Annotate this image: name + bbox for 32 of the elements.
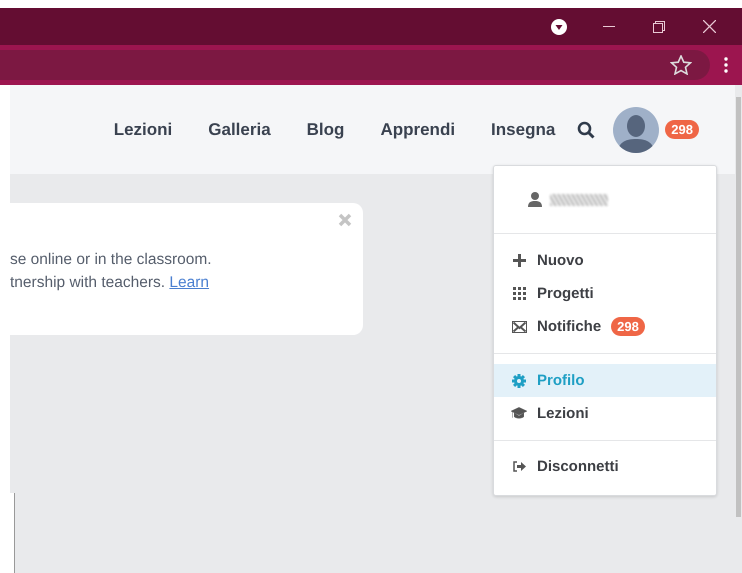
dropdown-icon[interactable] — [551, 18, 567, 34]
plus-icon — [512, 254, 526, 267]
logout-icon — [512, 461, 526, 472]
search-icon[interactable] — [577, 120, 596, 138]
envelope-icon — [512, 320, 526, 332]
nav-link[interactable]: Blog — [306, 120, 344, 140]
menu-icon[interactable] — [724, 57, 728, 73]
learn-link[interactable]: Learn — [169, 274, 210, 291]
menu-item[interactable]: Lezioni — [494, 397, 716, 430]
user-icon — [528, 192, 542, 207]
avatar[interactable] — [613, 106, 660, 152]
star-icon[interactable] — [670, 55, 692, 75]
grid-icon — [512, 287, 526, 300]
menu-item[interactable]: Disconnetti — [494, 450, 716, 483]
menu-item[interactable]: Nuovo — [494, 244, 716, 277]
menu-item[interactable]: Notifiche 298 — [494, 310, 716, 343]
minimize-icon[interactable] — [603, 26, 615, 28]
nav-link[interactable]: Lezioni — [114, 120, 172, 140]
scrollbar-thumb[interactable] — [736, 97, 741, 517]
blurred-username — [550, 194, 608, 206]
nav-link[interactable]: Insegna — [491, 120, 556, 140]
notification-count: 298 — [665, 120, 699, 139]
close-icon[interactable] — [702, 20, 716, 33]
card-text: tnership with teachers. Learn — [10, 273, 210, 293]
menu-item[interactable]: Progetti — [494, 277, 716, 310]
graduation-cap-icon — [511, 407, 527, 420]
settings-icon — [512, 374, 526, 388]
card-text: se online or in the classroom. — [10, 250, 213, 270]
nav-link[interactable]: Apprendi — [380, 120, 456, 140]
nav-link[interactable]: Galleria — [208, 120, 271, 140]
notification-count: 298 — [611, 317, 645, 336]
restore-icon[interactable] — [653, 20, 665, 32]
